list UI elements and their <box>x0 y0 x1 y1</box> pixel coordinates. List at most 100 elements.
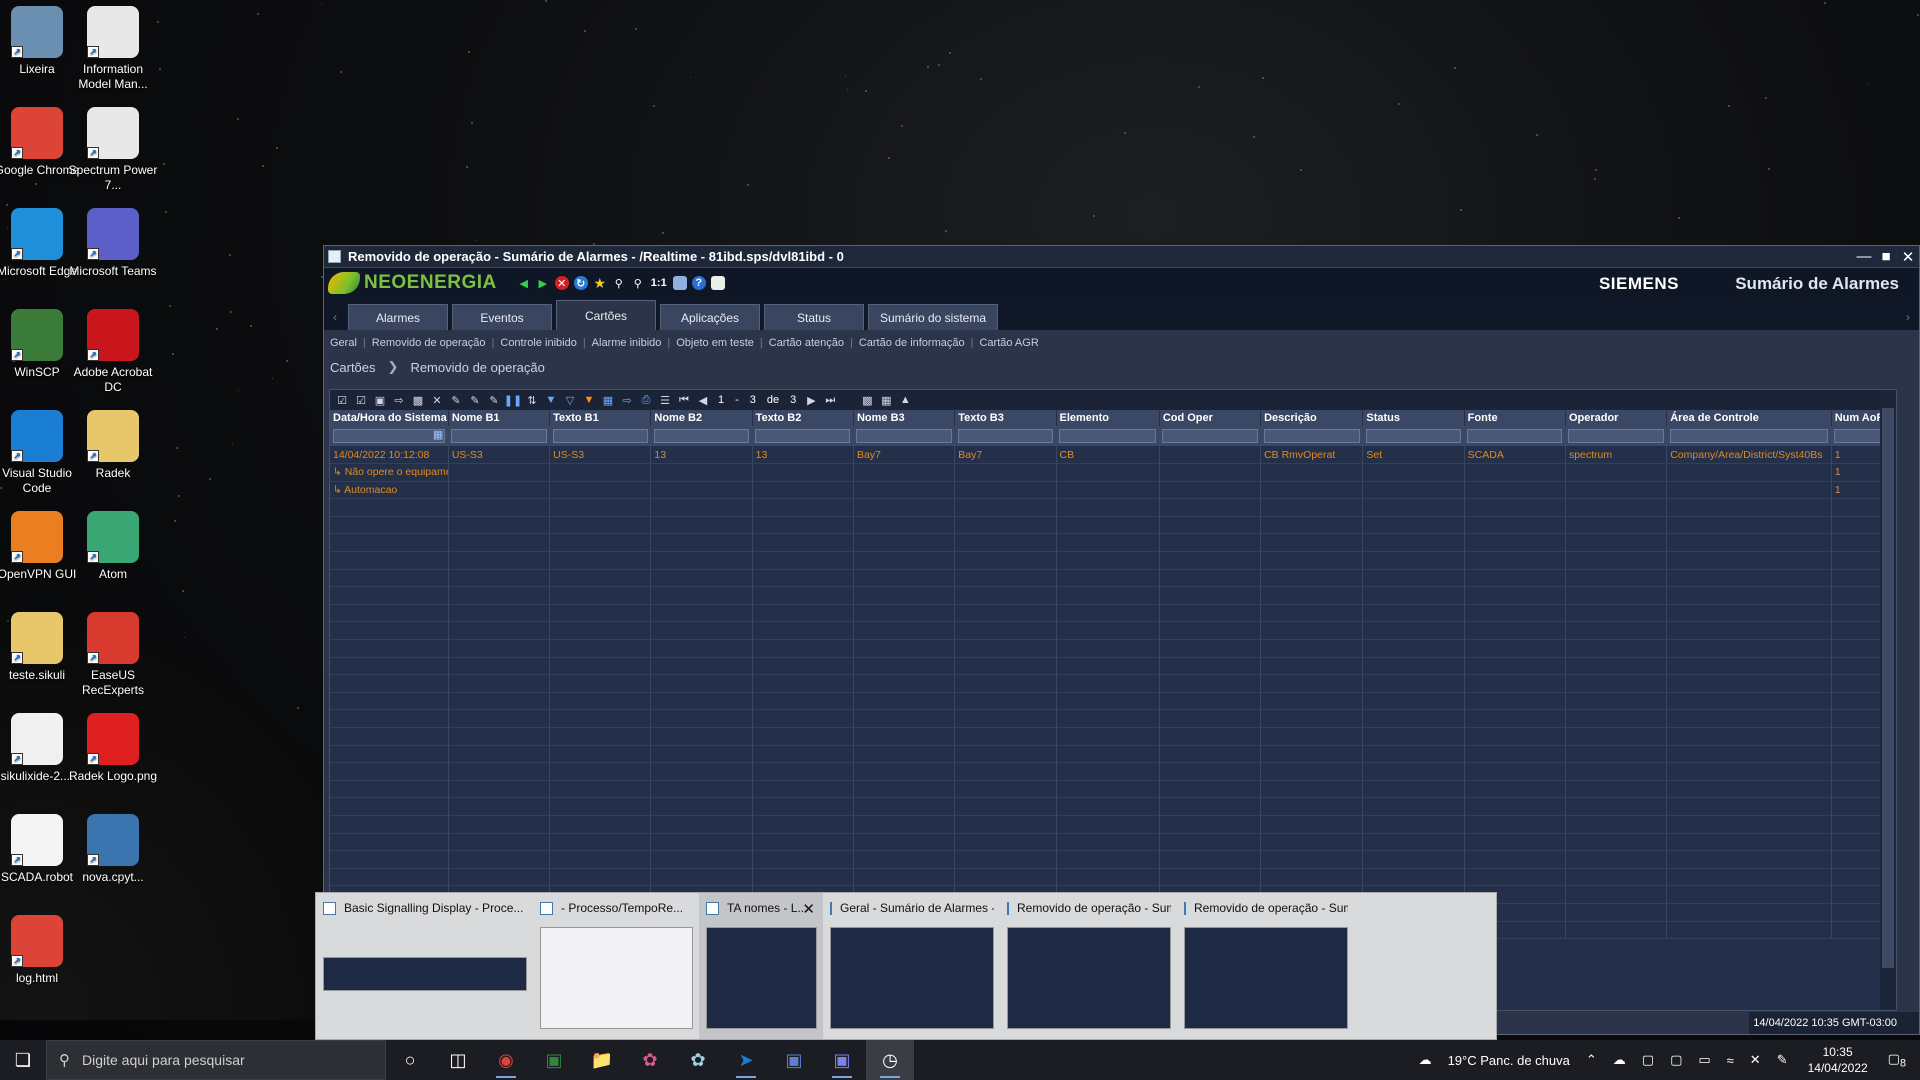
table-row[interactable] <box>330 850 1891 869</box>
tab-cart-es[interactable]: Cartões <box>556 300 656 330</box>
taskbar-search[interactable]: ⚲ Digite aqui para pesquisar <box>46 1040 386 1080</box>
battery-icon[interactable]: ▭ <box>1698 1052 1710 1068</box>
open-window-icon[interactable]: ▩ <box>859 393 875 407</box>
prev-page-icon[interactable]: ◀ <box>695 393 711 407</box>
close-button[interactable]: ✕ <box>1897 247 1919 267</box>
subnav-item[interactable]: Removido de operação <box>372 337 486 349</box>
column-filter-input[interactable] <box>1669 429 1829 443</box>
thumbnail-preview[interactable] <box>1184 927 1348 1029</box>
tab-aplica-es[interactable]: Aplicações <box>660 304 760 330</box>
subnav-item[interactable]: Objeto em teste <box>676 337 754 349</box>
last-page-icon[interactable]: ⏭ <box>822 393 838 407</box>
thumbnail-preview[interactable] <box>540 927 693 1029</box>
desktop-icon[interactable]: ↗ Atom <box>68 505 158 582</box>
column-filter-input[interactable] <box>1365 429 1462 443</box>
table-row[interactable] <box>330 533 1891 553</box>
filter-active-icon[interactable]: ▼ <box>581 393 597 407</box>
help-icon[interactable]: ? <box>691 276 706 290</box>
table-row[interactable] <box>330 551 1891 570</box>
column-header[interactable]: Texto B3 <box>954 410 1057 426</box>
taskbar-network-icon[interactable]: ▣ <box>770 1040 818 1080</box>
export-grid-icon[interactable]: ⇨ <box>619 393 635 407</box>
breadcrumb-item-cartoes[interactable]: Cartões <box>330 360 376 375</box>
column-filter-input[interactable] <box>451 429 547 443</box>
table-row[interactable] <box>330 762 1891 781</box>
table-row[interactable] <box>330 797 1891 816</box>
favorite-star-icon[interactable]: ★ <box>593 275 607 291</box>
taskbar-teams-icon[interactable]: ▣ <box>818 1040 866 1080</box>
column-header[interactable]: Descrição <box>1260 410 1364 426</box>
table-row[interactable] <box>330 639 1891 658</box>
delete-icon[interactable]: ✕ <box>429 393 445 407</box>
columns-icon[interactable]: ▦ <box>600 393 616 407</box>
column-filter-input[interactable] <box>1467 429 1563 443</box>
start-button[interactable]: ❏ <box>0 1040 46 1080</box>
first-page-icon[interactable]: ⏮ <box>676 393 692 407</box>
column-header[interactable]: Operador <box>1565 410 1668 426</box>
column-header[interactable]: Data/Hora do Sistema <box>330 410 449 426</box>
back-arrow-icon[interactable]: ◀ <box>517 276 531 290</box>
volume-muted-icon[interactable]: ✕ <box>1750 1052 1761 1068</box>
table-row[interactable]: 14/04/2022 10:12:08 US-S3 US-S3 13 13 Bay7 Bay… <box>330 446 1891 465</box>
acknowledge-page-icon[interactable]: ☑ <box>353 393 369 407</box>
zoom-out-icon[interactable]: ⚲ <box>612 276 626 290</box>
table-row[interactable] <box>330 604 1891 623</box>
grid-image-icon[interactable]: ▦ <box>878 393 894 407</box>
column-filter-input[interactable] <box>957 429 1054 443</box>
note-edit-icon[interactable]: ✎ <box>486 393 502 407</box>
zoom-in-icon[interactable]: ⚲ <box>631 276 645 290</box>
taskbar-thumbnail[interactable]: - Processo/TempoRe... <box>533 893 699 1039</box>
column-header[interactable]: Nome B3 <box>853 410 956 426</box>
table-row[interactable] <box>330 709 1891 728</box>
filter-icon[interactable]: ▼ <box>543 393 559 407</box>
calendar-icon[interactable]: ▦ <box>433 428 443 441</box>
subnav-item[interactable]: Alarme inibido <box>592 337 662 349</box>
table-row[interactable] <box>330 516 1891 535</box>
refresh-icon[interactable]: ↻ <box>573 276 588 290</box>
desktop-icon[interactable]: ↗ EaseUS RecExperts <box>68 606 158 698</box>
next-page-icon[interactable]: ▶ <box>803 393 819 407</box>
column-header[interactable]: Área de Controle <box>1666 410 1832 426</box>
column-filter-input[interactable] <box>1568 429 1664 443</box>
table-row[interactable] <box>330 868 1891 887</box>
table-row[interactable]: ↳ Não opere o equipamento1 <box>330 463 1891 482</box>
weather-text[interactable]: 19°C Panc. de chuva <box>1448 1053 1570 1068</box>
document-icon[interactable] <box>672 276 687 290</box>
taskbar-thumbnail[interactable]: Geral - Sumário de Alarmes - /R... <box>823 893 1000 1039</box>
subnav-item[interactable]: Geral <box>330 337 357 349</box>
column-header[interactable]: Texto B1 <box>549 410 652 426</box>
desktop-icon[interactable]: ↗ Information Model Man... <box>68 0 158 92</box>
scrollbar-thumb[interactable] <box>1882 408 1894 968</box>
export-icon[interactable] <box>710 276 725 290</box>
column-header[interactable]: Fonte <box>1464 410 1566 426</box>
column-filter-input[interactable] <box>755 429 851 443</box>
desktop-icon[interactable]: ↗ log.html <box>0 909 82 986</box>
thumbnail-preview[interactable] <box>830 927 994 1029</box>
tab-sum-rio-do-sistema[interactable]: Sumário do sistema <box>868 304 998 330</box>
column-filter-input[interactable] <box>856 429 952 443</box>
tab-alarmes[interactable]: Alarmes <box>348 304 448 330</box>
acknowledge-icon[interactable]: ☑ <box>334 393 350 407</box>
taskbar-paint-icon[interactable]: ✿ <box>626 1040 674 1080</box>
table-row[interactable] <box>330 745 1891 764</box>
subnav-item[interactable]: Cartão atenção <box>769 337 844 349</box>
tabs-scroll-left-icon[interactable]: ‹ <box>326 304 344 330</box>
note-icon[interactable]: ✎ <box>467 393 483 407</box>
table-row[interactable] <box>330 674 1891 693</box>
zoom-reset-button[interactable]: 1:1 <box>650 276 668 290</box>
column-filter-input[interactable]: ▦ <box>333 428 446 443</box>
details-icon[interactable]: ▣ <box>372 393 388 407</box>
table-row[interactable] <box>330 569 1891 588</box>
taskbar-chrome-icon[interactable]: ◉ <box>482 1040 530 1080</box>
minimize-button[interactable]: — <box>1853 247 1875 267</box>
tab-status[interactable]: Status <box>764 304 864 330</box>
table-row[interactable]: ↳ Automacao 1 <box>330 481 1891 500</box>
table-row[interactable] <box>330 780 1891 799</box>
wifi-icon[interactable]: ≈ <box>1727 1053 1734 1068</box>
pager-current[interactable]: 1 <box>718 394 724 406</box>
taskbar-explorer-icon[interactable]: 📁 <box>578 1040 626 1080</box>
forward-arrow-icon[interactable]: ▶ <box>536 276 550 290</box>
taskbar-tool-icon[interactable]: ✿ <box>674 1040 722 1080</box>
tray-chevron-icon[interactable]: ⌃ <box>1586 1052 1597 1068</box>
table-row[interactable] <box>330 692 1891 711</box>
